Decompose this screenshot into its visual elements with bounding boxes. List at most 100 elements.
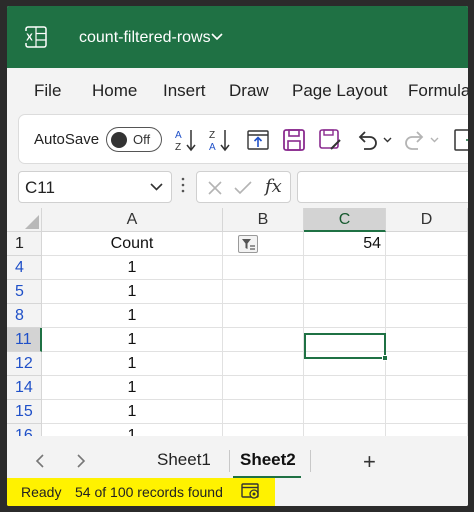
cell-b[interactable] (223, 352, 304, 376)
menu-home[interactable]: Home (92, 81, 137, 101)
cell-a[interactable]: 1 (42, 328, 223, 352)
cell-a[interactable]: 1 (42, 280, 223, 304)
fill-handle[interactable] (382, 355, 388, 361)
enter-check-icon[interactable] (233, 180, 253, 196)
sort-ascending-icon[interactable]: A Z (173, 127, 199, 153)
cell-c[interactable] (304, 376, 386, 400)
toggle-knob (111, 132, 127, 148)
formula-tools: fx (196, 171, 291, 203)
column-header-a[interactable]: A (42, 208, 223, 232)
cell-a1[interactable]: Count (42, 232, 258, 256)
redo-icon[interactable] (401, 127, 427, 153)
cell-a[interactable]: 1 (42, 304, 223, 328)
autosave-toggle[interactable]: Off (106, 127, 162, 152)
menu-formulas[interactable]: Formula (408, 81, 468, 101)
row-header-1[interactable]: 1 (7, 232, 42, 256)
cell-a[interactable]: 1 (42, 376, 223, 400)
chevron-down-icon[interactable] (150, 183, 163, 191)
cell-b[interactable] (223, 256, 304, 280)
name-box[interactable]: C11 (18, 171, 172, 203)
row-header[interactable]: 5 (7, 280, 42, 304)
menu-file[interactable]: File (34, 81, 61, 101)
cell-a[interactable]: 1 (42, 256, 223, 280)
svg-text:X: X (26, 33, 33, 44)
menu-draw[interactable]: Draw (229, 81, 269, 101)
row-header[interactable]: 14 (7, 376, 42, 400)
cell-d1[interactable] (386, 232, 468, 256)
menu-insert[interactable]: Insert (163, 81, 206, 101)
select-all-corner[interactable] (7, 208, 42, 232)
formula-bar: C11 fx (7, 164, 468, 208)
quick-access-toolbar: AutoSave Off A Z Z A (18, 114, 468, 164)
excel-logo-icon: X (25, 26, 47, 48)
column-header-d[interactable]: D (386, 208, 468, 232)
redo-dropdown-icon[interactable] (430, 137, 439, 143)
row-header-selected[interactable]: 11 (7, 328, 42, 352)
cell-c[interactable] (304, 280, 386, 304)
formula-input[interactable] (297, 171, 468, 203)
save-as-icon[interactable] (317, 127, 343, 153)
document-title[interactable]: count-filtered-rows (79, 29, 211, 47)
cell-d[interactable] (386, 304, 468, 328)
cell-b[interactable] (223, 376, 304, 400)
column-header-c[interactable]: C (304, 208, 386, 232)
chevron-down-icon[interactable] (211, 33, 223, 41)
cell-d[interactable] (386, 256, 468, 280)
tab-separator (229, 450, 230, 472)
cell-d[interactable] (386, 376, 468, 400)
column-header-b[interactable]: B (223, 208, 304, 232)
cell-b[interactable] (223, 280, 304, 304)
tab-separator (310, 450, 311, 472)
chevron-right-icon[interactable] (77, 454, 86, 468)
svg-text:A: A (209, 142, 216, 153)
status-bar-right (275, 478, 468, 506)
row-header[interactable]: 12 (7, 352, 42, 376)
save-icon[interactable] (281, 127, 307, 153)
menu-page-layout[interactable]: Page Layout (292, 81, 387, 101)
autosave-state: Off (133, 132, 151, 147)
menu-bar: File Home Insert Draw Page Layout Formul… (7, 68, 468, 112)
cell-c[interactable] (304, 304, 386, 328)
cell-d[interactable] (386, 400, 468, 424)
svg-text:Z: Z (175, 142, 181, 153)
title-bar: X count-filtered-rows (7, 6, 468, 68)
row-header[interactable]: 15 (7, 400, 42, 424)
cell-d[interactable] (386, 328, 468, 352)
cell-a[interactable]: 1 (42, 400, 223, 424)
select-all-triangle-icon (25, 215, 39, 229)
row-header[interactable]: 4 (7, 256, 42, 280)
cell-c[interactable] (304, 256, 386, 280)
undo-dropdown-icon[interactable] (383, 137, 392, 143)
status-ready: Ready (21, 484, 62, 500)
chevron-left-icon[interactable] (35, 454, 44, 468)
row-header[interactable]: 8 (7, 304, 42, 328)
cancel-icon[interactable] (207, 180, 223, 196)
cell-d[interactable] (386, 280, 468, 304)
svg-text:A: A (175, 130, 182, 141)
name-box-value: C11 (25, 178, 55, 197)
cell-c1[interactable]: 54 (304, 232, 386, 256)
add-sheet-button[interactable]: + (363, 449, 376, 475)
sheet-tab-sheet2[interactable]: Sheet2 (240, 450, 296, 470)
undo-icon[interactable] (355, 127, 381, 153)
cell-a[interactable]: 1 (42, 352, 223, 376)
insert-function-icon[interactable]: fx (265, 176, 282, 197)
spreadsheet-grid: A B C D 1 Count 54 4 1 5 1 8 1 11 1 12 1… (7, 208, 468, 444)
cell-c[interactable] (304, 400, 386, 424)
sort-descending-icon[interactable]: Z A (207, 127, 233, 153)
excel-window: X count-filtered-rows File Home Insert D… (7, 6, 468, 506)
autosave-label: AutoSave (34, 131, 100, 148)
active-cell-outline[interactable] (304, 333, 388, 361)
count-header-text: Count (110, 235, 154, 252)
cell-b1[interactable] (223, 232, 304, 256)
cell-b[interactable] (223, 304, 304, 328)
sheet-tab-sheet1[interactable]: Sheet1 (157, 450, 211, 470)
cell-b[interactable] (223, 328, 304, 352)
svg-text:Z: Z (209, 130, 215, 141)
more-options-icon[interactable] (181, 176, 185, 194)
cell-b[interactable] (223, 400, 304, 424)
paste-icon[interactable] (451, 127, 468, 153)
cell-d[interactable] (386, 352, 468, 376)
refresh-all-icon[interactable] (245, 127, 271, 153)
accessibility-icon[interactable] (241, 482, 261, 500)
